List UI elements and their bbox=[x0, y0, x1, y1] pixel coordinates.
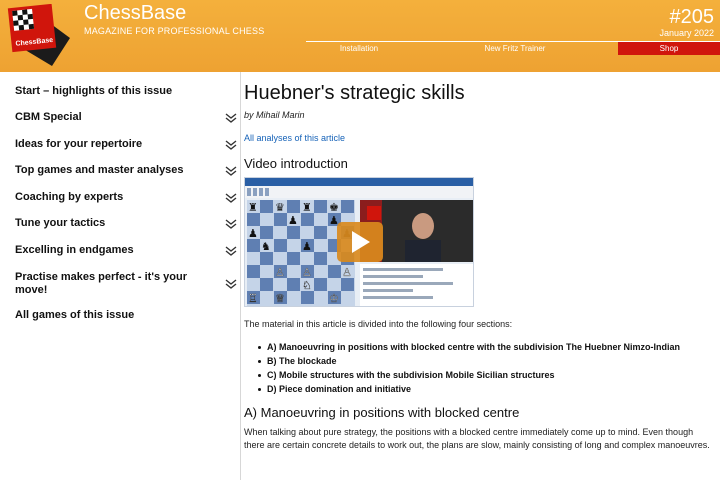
list-item: D) Piece domination and initiative bbox=[258, 382, 680, 396]
section-a: A) Manoeuvring in positions with blocked… bbox=[267, 342, 681, 352]
double-chevron-down-icon[interactable] bbox=[225, 245, 237, 257]
sidebar-item-practise[interactable]: Practise makes perfect - it's your move! bbox=[15, 271, 237, 297]
sidebar: Start – highlights of this issue CBM Spe… bbox=[0, 72, 240, 480]
brand-name: ChessBase bbox=[84, 2, 187, 24]
sidebar-item-label: Ideas for your repertoire bbox=[15, 138, 143, 150]
section-a-text: When talking about pure strategy, the po… bbox=[244, 427, 710, 450]
svg-text:♔: ♔ bbox=[329, 292, 339, 305]
article-author: by Mihail Marin bbox=[244, 110, 305, 120]
sections-intro: The material in this article is divided … bbox=[244, 319, 513, 329]
sidebar-item-label: Practise makes perfect - it's your move! bbox=[15, 271, 187, 296]
sidebar-item-start[interactable]: Start – highlights of this issue bbox=[15, 85, 237, 98]
svg-text:♜: ♜ bbox=[302, 201, 312, 214]
svg-text:♛: ♛ bbox=[275, 201, 285, 214]
sidebar-item-label: Excelling in endgames bbox=[15, 244, 134, 256]
double-chevron-down-icon[interactable] bbox=[225, 278, 237, 290]
double-chevron-down-icon[interactable] bbox=[225, 139, 237, 151]
sidebar-item-label: Coaching by experts bbox=[15, 191, 124, 203]
top-navigation: Installation New Fritz Trainer Shop bbox=[306, 41, 720, 55]
nav-installation[interactable]: Installation bbox=[306, 42, 412, 55]
svg-text:♘: ♘ bbox=[302, 279, 312, 292]
brand-tagline: MAGAZINE FOR PROFESSIONAL CHESS bbox=[84, 26, 265, 36]
svg-text:♙: ♙ bbox=[342, 266, 352, 279]
svg-text:♙: ♙ bbox=[302, 266, 312, 279]
sidebar-item-all-games[interactable]: All games of this issue bbox=[15, 309, 237, 322]
sidebar-item-cbm-special[interactable]: CBM Special bbox=[15, 111, 237, 124]
sidebar-item-coaching[interactable]: Coaching by experts bbox=[15, 191, 237, 204]
double-chevron-down-icon[interactable] bbox=[225, 218, 237, 230]
sidebar-item-tactics[interactable]: Tune your tactics bbox=[15, 217, 237, 230]
section-c: C) Mobile structures with the subdivisio… bbox=[267, 370, 555, 380]
issue-date: January 2022 bbox=[659, 28, 714, 38]
sections-list: A) Manoeuvring in positions with blocked… bbox=[258, 340, 680, 396]
double-chevron-down-icon[interactable] bbox=[225, 192, 237, 204]
svg-text:♞: ♞ bbox=[261, 240, 271, 253]
svg-text:♟: ♟ bbox=[288, 214, 298, 227]
sidebar-item-repertoire[interactable]: Ideas for your repertoire bbox=[15, 138, 237, 151]
svg-text:♚: ♚ bbox=[329, 201, 339, 214]
section-d: D) Piece domination and initiative bbox=[267, 384, 412, 394]
svg-text:♙: ♙ bbox=[275, 266, 285, 279]
section-a-heading: A) Manoeuvring in positions with blocked… bbox=[244, 405, 520, 420]
nav-shop[interactable]: Shop bbox=[618, 42, 720, 55]
site-header: ChessBase ChessBase MAGAZINE FOR PROFESS… bbox=[0, 0, 720, 72]
chessbase-logo[interactable]: ChessBase bbox=[6, 4, 74, 68]
svg-text:♟: ♟ bbox=[302, 240, 312, 253]
sidebar-item-label: Top games and master analyses bbox=[15, 164, 184, 176]
sidebar-item-label: CBM Special bbox=[15, 111, 82, 123]
sidebar-item-label: All games of this issue bbox=[15, 309, 135, 321]
sidebar-item-label: Start – highlights of this issue bbox=[15, 85, 173, 97]
article-title: Huebner's strategic skills bbox=[244, 82, 465, 104]
list-item: A) Manoeuvring in positions with blocked… bbox=[258, 340, 680, 354]
nav-new-fritz-trainer[interactable]: New Fritz Trainer bbox=[412, 42, 618, 55]
analyses-link[interactable]: All analyses of this article bbox=[244, 133, 345, 143]
list-item: C) Mobile structures with the subdivisio… bbox=[258, 368, 680, 382]
video-player[interactable]: ♜♛♜♚ ♟♟♟ ♞♟♟ ♙♙♙ ♖♕♘♔ bbox=[244, 177, 474, 307]
issue-number: #205 bbox=[669, 6, 715, 28]
sidebar-item-label: Tune your tactics bbox=[15, 217, 106, 229]
double-chevron-down-icon[interactable] bbox=[225, 165, 237, 177]
svg-text:♕: ♕ bbox=[275, 292, 285, 305]
double-chevron-down-icon[interactable] bbox=[225, 112, 237, 124]
section-b: B) The blockade bbox=[267, 356, 337, 366]
sidebar-item-top-games[interactable]: Top games and master analyses bbox=[15, 164, 237, 177]
list-item: B) The blockade bbox=[258, 354, 680, 368]
video-heading: Video introduction bbox=[244, 156, 348, 171]
svg-text:♟: ♟ bbox=[248, 227, 258, 240]
sidebar-divider bbox=[240, 72, 241, 480]
article: Huebner's strategic skills by Mihail Mar… bbox=[244, 72, 714, 480]
svg-text:♖: ♖ bbox=[248, 292, 258, 305]
sidebar-item-endgames[interactable]: Excelling in endgames bbox=[15, 244, 237, 257]
play-icon[interactable] bbox=[337, 222, 383, 262]
svg-text:♜: ♜ bbox=[248, 201, 258, 214]
